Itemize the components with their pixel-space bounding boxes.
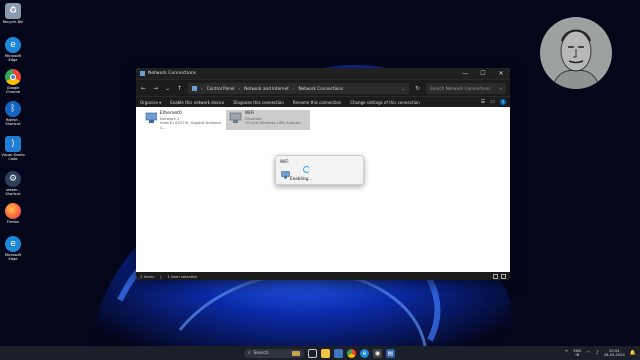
network-connections-taskbar-icon[interactable] (334, 348, 343, 358)
wifi-icon[interactable]: ◠ (586, 350, 590, 356)
volume-icon[interactable]: ♪ (596, 350, 599, 356)
edge-taskbar-icon[interactable]: e (360, 348, 369, 358)
taskbar-search-label: Search (253, 350, 269, 356)
vscode-icon: ⟩ (5, 136, 21, 152)
taskbar: ⌕ Search e ◉ ▤ ^ ENG IN ◠ ♪ 20:54 26-03-… (0, 346, 640, 360)
network-folder-icon (140, 71, 145, 76)
adapter-device: TP-Link Wireless USB Adapter (245, 120, 302, 126)
up-arrow-icon[interactable]: ↑ (176, 85, 183, 92)
chrome-taskbar-icon[interactable] (347, 348, 356, 358)
loading-spinner-icon (303, 166, 310, 173)
edge-icon: e (5, 37, 21, 53)
language-region: IN (575, 353, 580, 357)
dialog-status: Enabling... (290, 176, 313, 181)
network-adapter-icon (145, 112, 157, 123)
network-app-icon[interactable]: ▤ (386, 348, 395, 358)
search-icon: ⌕ (248, 351, 251, 356)
breadcrumb-network-and-internet[interactable]: Network and Internet (244, 86, 289, 91)
help-icon[interactable]: ? (500, 99, 506, 105)
desktop-icon-steam[interactable]: ⚙ steam - Shortcut (0, 171, 26, 197)
clock-date: 26-03-2024 (603, 353, 625, 357)
rename-button[interactable]: Rename this connection (293, 100, 341, 105)
title-bar[interactable]: Network Connections — ☐ ✕ (136, 68, 510, 79)
status-divider: | (160, 273, 162, 279)
enabling-dialog: WiFi Enabling... (275, 155, 364, 185)
bluetooth-icon: ᛒ (5, 101, 21, 117)
taskbar-search[interactable]: ⌕ Search (244, 348, 304, 358)
breadcrumb-separator-icon: › (292, 85, 295, 91)
file-explorer-icon[interactable] (321, 348, 330, 358)
notification-bell-icon[interactable]: 🔔 (630, 350, 636, 356)
back-arrow-icon[interactable]: ← (140, 85, 147, 92)
search-placeholder: Search Network Connections (430, 85, 491, 91)
breadcrumb-separator-icon: › (201, 85, 203, 91)
change-settings-button[interactable]: Change settings of this connection (350, 100, 420, 105)
enable-device-button[interactable]: Enable this network device (170, 100, 224, 105)
task-view-icon[interactable] (308, 348, 317, 358)
details-view-icon[interactable] (493, 273, 498, 279)
language-indicator[interactable]: ENG IN (574, 349, 582, 357)
desktop-icon-edge[interactable]: e Microsoft Edge (0, 37, 26, 63)
search-icon: ⌕ (499, 85, 502, 91)
diagnose-button[interactable]: Diagnose this connection (233, 100, 284, 105)
maximize-button[interactable]: ☐ (474, 70, 492, 77)
minimize-button[interactable]: — (456, 70, 474, 77)
network-folder-icon (192, 85, 197, 91)
search-highlight-icon (292, 350, 300, 356)
forward-arrow-icon[interactable]: → (152, 85, 159, 92)
chrome-icon (5, 69, 21, 85)
address-bar: ← → ⌄ ↑ › Control Panel › Network and In… (136, 79, 510, 96)
desktop-icon-chrome[interactable]: Google Chrome (0, 69, 26, 95)
recycle-bin-icon: ♻ (5, 3, 21, 19)
desktop-icon-vscode[interactable]: ⟩ Visual Studio Code (0, 136, 26, 162)
breadcrumb[interactable]: › Control Panel › Network and Internet ›… (188, 82, 409, 94)
breadcrumb-control-panel[interactable]: Control Panel (207, 86, 235, 91)
network-adapter-icon (281, 171, 290, 179)
status-bar: 2 items | 1 item selected (136, 272, 510, 280)
preview-pane-icon[interactable]: ▭ (490, 99, 495, 105)
desktop-icon-edge-2[interactable]: e Microsoft Edge (0, 236, 26, 262)
selected-count: 1 item selected (167, 273, 197, 279)
system-tray: ^ ENG IN ◠ ♪ 20:54 26-03-2024 🔔 (564, 346, 636, 360)
chevron-down-icon[interactable]: ⌄ (164, 85, 171, 92)
adapter-device: Intel(R) 82574L Gigabit Network C... (159, 120, 222, 130)
desktop-icon-recycle-bin[interactable]: ♻ Recycle Bin (0, 3, 26, 24)
edge-icon: e (5, 236, 21, 252)
organise-menu[interactable]: Organise ▾ (140, 100, 161, 105)
adapter-wifi[interactable]: WiFi Disabled TP-Link Wireless USB Adapt… (226, 110, 310, 130)
breadcrumb-network-connections[interactable]: Network Connections (298, 86, 343, 91)
command-bar: Organise ▾ Enable this network device Di… (136, 96, 510, 107)
adapter-ethernet0[interactable]: Ethernet0 Network 2 Intel(R) 82574L Giga… (142, 110, 226, 130)
close-button[interactable]: ✕ (492, 70, 510, 77)
breadcrumb-separator-icon: › (238, 85, 241, 91)
dialog-title: WiFi (280, 159, 289, 164)
camera-app-icon[interactable]: ◉ (373, 348, 382, 358)
network-adapter-icon (229, 112, 242, 123)
firefox-icon (5, 203, 21, 219)
tiles-view-icon[interactable] (501, 273, 506, 279)
clock[interactable]: 20:54 26-03-2024 (604, 349, 625, 357)
start-button[interactable] (231, 349, 240, 358)
desktop-icon-rajesh-shortcut[interactable]: ᛒ Rajesh - Shortcut (0, 101, 26, 127)
steam-icon: ⚙ (5, 171, 21, 187)
webcam-avatar (540, 17, 612, 89)
desktop-icon-firefox[interactable]: Firefox (0, 203, 26, 224)
search-input[interactable]: Search Network Connections ⌕ (426, 82, 506, 94)
sketch-face-image (551, 29, 601, 89)
chevron-up-icon[interactable]: ^ (564, 350, 568, 356)
refresh-icon[interactable]: ↻ (414, 85, 421, 92)
items-count: 2 items (140, 273, 155, 279)
adapter-list: Ethernet0 Network 2 Intel(R) 82574L Giga… (136, 107, 510, 272)
window-title: Network Connections (148, 71, 197, 76)
view-options-icon[interactable]: ☰ (481, 99, 485, 105)
chevron-down-icon[interactable]: ⌄ (401, 86, 405, 91)
